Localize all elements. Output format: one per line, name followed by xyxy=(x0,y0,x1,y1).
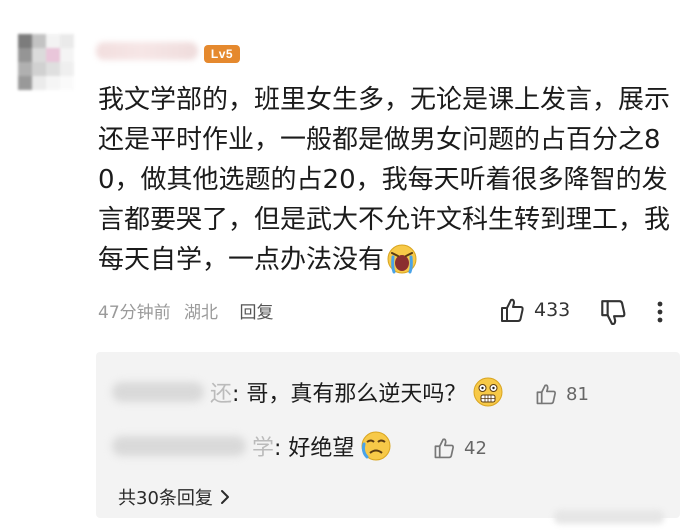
crying-face-icon xyxy=(361,431,391,461)
replies-panel: 还 : 哥，真有那么逆天吗？ 81 学 : 好绝望 42 共30条回复 xyxy=(96,352,680,518)
reply-username-blurred[interactable] xyxy=(112,436,246,456)
reply-like-count: 42 xyxy=(464,437,487,459)
shocked-face-icon xyxy=(473,377,503,407)
comment-meta: 47分钟前 湖北 回复 xyxy=(98,298,273,323)
thumbs-up-icon xyxy=(501,298,524,322)
chevron-right-icon xyxy=(220,490,229,504)
level-badge: Lv5 xyxy=(204,45,240,63)
thumbs-down-icon[interactable] xyxy=(598,298,628,328)
reply-name-suffix: 学 xyxy=(252,436,275,461)
reply-button[interactable]: 回复 xyxy=(239,303,273,323)
thumbs-up-icon xyxy=(434,438,454,459)
user-avatar[interactable] xyxy=(18,34,74,90)
comment-card: Lv5 我文学部的，班里女生多，无论是课上发言，展示还是平时作业，一般都是做男女… xyxy=(0,0,690,530)
comment-time: 47分钟前 xyxy=(98,303,171,323)
reply-name-suffix: 还 xyxy=(210,382,233,407)
thumbs-up-icon xyxy=(536,384,556,405)
view-all-replies-button[interactable]: 共30条回复 xyxy=(118,484,231,510)
reply-like-button[interactable]: 81 xyxy=(534,382,589,406)
watermark-blurred xyxy=(554,510,664,524)
comment-location: 湖北 xyxy=(184,303,219,323)
username-blurred[interactable] xyxy=(96,42,198,60)
more-options-icon[interactable] xyxy=(650,300,670,324)
reply-text: : 哥，真有那么逆天吗？ xyxy=(232,382,467,407)
reply-item[interactable]: 还 : 哥，真有那么逆天吗？ xyxy=(112,376,504,408)
reply-like-count: 81 xyxy=(566,383,589,405)
reply-like-button[interactable]: 42 xyxy=(432,436,487,460)
reply-item[interactable]: 学 : 好绝望 xyxy=(112,430,392,462)
like-button[interactable]: 433 xyxy=(498,296,570,324)
comment-text: 我文学部的，班里女生多，无论是课上发言，展示还是平时作业，一般都是做男女问题的占… xyxy=(98,85,671,275)
comment-body: 我文学部的，班里女生多，无论是课上发言，展示还是平时作业，一般都是做男女问题的占… xyxy=(98,80,676,280)
total-replies-label: 共30条回复 xyxy=(118,488,213,509)
reply-username-blurred[interactable] xyxy=(112,382,204,402)
reply-text: : 好绝望 xyxy=(274,436,355,461)
like-count: 433 xyxy=(534,299,571,321)
crying-face-icon xyxy=(387,244,417,273)
